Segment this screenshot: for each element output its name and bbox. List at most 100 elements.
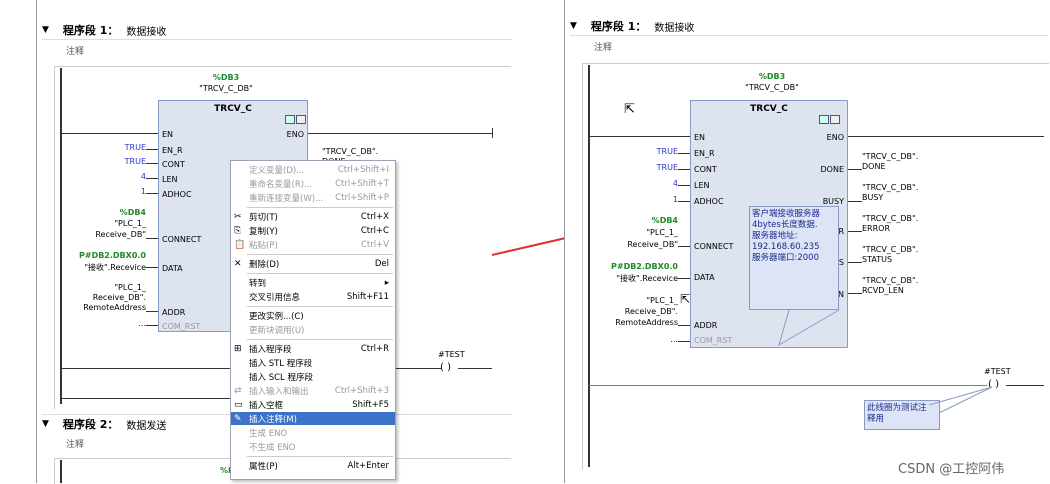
block-comment-box[interactable]: 客户端接收服务器 4bytes长度数据. 服务器地址: 192.168.60.2…: [749, 206, 839, 310]
addr-line-2[interactable]: Receive_DB".: [66, 293, 146, 302]
menu-item-shortcut: Ctrl+V: [360, 239, 389, 250]
collapse-triangle-icon[interactable]: ▼: [570, 21, 577, 31]
network-1-title[interactable]: 数据接收: [126, 23, 166, 38]
output-error-1[interactable]: "TRCV_C_DB".: [862, 214, 918, 223]
data-name[interactable]: "接收".Recevice: [56, 262, 146, 273]
len-value[interactable]: 4: [106, 172, 146, 181]
data-address[interactable]: P#DB2.DBX0.0: [588, 262, 678, 271]
menu-item[interactable]: 重命名变量(R)... Ctrl+Shift+T: [231, 177, 395, 190]
addr-line-2[interactable]: Receive_DB".: [598, 307, 678, 316]
com-rst-value[interactable]: ...: [106, 319, 146, 328]
menu-item[interactable]: 不生成 ENO: [231, 440, 395, 453]
addr-line-3[interactable]: RemoteAddress: [56, 303, 146, 312]
menu-item[interactable]: 更改实例...(C): [231, 309, 395, 322]
cont-value[interactable]: TRUE: [638, 163, 678, 172]
menu-item[interactable]: ⇄ 插入输入和输出 Ctrl+Shift+3: [231, 384, 395, 397]
output-rcvd-len-1[interactable]: "TRCV_C_DB".: [862, 276, 918, 285]
test-coil-label[interactable]: #TEST: [984, 367, 1011, 376]
cont-value[interactable]: TRUE: [106, 157, 146, 166]
network-2-comment[interactable]: 注释: [66, 437, 84, 450]
insert-network-icon: ⊞: [234, 343, 242, 354]
menu-item[interactable]: 更新块调用(U): [231, 323, 395, 336]
test-rung-out: [458, 368, 492, 369]
comment-line: 服务器端口:2000: [752, 253, 819, 263]
com-rst-value[interactable]: ...: [638, 335, 678, 344]
menu-item-label: 复制(Y): [249, 226, 278, 237]
status-wire: [848, 262, 862, 263]
instance-db-name[interactable]: "TRCV_C_DB": [742, 83, 802, 92]
output-done-2[interactable]: DONE: [862, 162, 886, 171]
menu-item[interactable]: ✎ 插入注释(M): [231, 412, 395, 425]
network-1-label: 程序段 1：: [590, 20, 647, 33]
menu-item[interactable]: 定义变量(D)... Ctrl+Shift+I: [231, 163, 395, 176]
output-status-2[interactable]: STATUS: [862, 255, 892, 264]
data-address[interactable]: P#DB2.DBX0.0: [66, 251, 146, 260]
len-value[interactable]: 4: [638, 179, 678, 188]
output-busy-2[interactable]: BUSY: [862, 193, 883, 202]
paste-icon: 📋: [234, 239, 246, 250]
output-error-2[interactable]: ERROR: [862, 224, 890, 233]
menu-item[interactable]: 📋 粘贴(P) Ctrl+V: [231, 238, 395, 251]
collapse-triangle-icon[interactable]: ▼: [42, 419, 49, 429]
menu-item[interactable]: ⊞ 插入程序段 Ctrl+R: [231, 342, 395, 355]
menu-item[interactable]: ✂ 剪切(T) Ctrl+X: [231, 210, 395, 223]
connect-name-2[interactable]: Receive_DB": [66, 230, 146, 239]
en-r-value[interactable]: TRUE: [638, 147, 678, 156]
menu-item-label: 定义变量(D)...: [249, 165, 305, 176]
pin-addr: ADDR: [162, 308, 186, 317]
menu-item[interactable]: 重新连接变量(W)... Ctrl+Shift+P: [231, 191, 395, 204]
network-1-header[interactable]: ▼ 程序段 1： 数据接收: [570, 17, 1048, 36]
test-coil-icon[interactable]: ( ): [440, 362, 451, 373]
network-1-title[interactable]: 数据接收: [654, 19, 694, 34]
menu-item-shortcut: Ctrl+Shift+T: [335, 178, 389, 189]
test-coil-label[interactable]: #TEST: [438, 350, 465, 359]
pin-adhoc: ADHOC: [162, 190, 192, 199]
menu-item[interactable]: 生成 ENO: [231, 426, 395, 439]
instance-db-name[interactable]: "TRCV_C_DB": [196, 84, 256, 93]
output-status-1[interactable]: "TRCV_C_DB".: [862, 245, 918, 254]
block-online-icon[interactable]: [285, 115, 295, 124]
output-rcvd-len-2[interactable]: RCVD_LEN: [862, 286, 904, 295]
connect-db[interactable]: %DB4: [86, 208, 146, 217]
network-1-comment[interactable]: 注释: [66, 44, 84, 57]
menu-item-label: 粘贴(P): [249, 240, 278, 251]
network-1-comment[interactable]: 注释: [594, 40, 612, 53]
menu-item[interactable]: ⎘ 复制(Y) Ctrl+C: [231, 224, 395, 237]
menu-item[interactable]: 插入 SCL 程序段: [231, 370, 395, 383]
network-1-label: 程序段 1：: [62, 24, 119, 37]
block-online-icon[interactable]: [819, 115, 829, 124]
comment-line: 客户端接收服务器: [752, 209, 821, 219]
output-done-1[interactable]: "TRCV_C_DB".: [862, 152, 918, 161]
en-r-value[interactable]: TRUE: [106, 143, 146, 152]
menu-item[interactable]: ▭ 插入空框 Shift+F5: [231, 398, 395, 411]
menu-item-shortcut: Alt+Enter: [347, 460, 389, 471]
addr-line-3[interactable]: RemoteAddress: [588, 318, 678, 327]
left-editor-panel: ▼ 程序段 1： 数据接收 注释 %DB3 "TRCV_C_DB" TRCV_C…: [36, 0, 514, 484]
menu-item-shortcut: Ctrl+C: [360, 225, 389, 236]
menu-item[interactable]: 交叉引用信息 Shift+F11: [231, 290, 395, 303]
menu-item[interactable]: 转到 ▸: [231, 276, 395, 289]
network-2-title[interactable]: 数据发送: [126, 417, 166, 432]
adhoc-value[interactable]: 1: [106, 187, 146, 196]
en-r-wire: [146, 149, 158, 150]
pin-eno: ENO: [286, 130, 304, 139]
block-open-icon[interactable]: [830, 115, 840, 124]
menu-item[interactable]: 属性(P) Alt+Enter: [231, 459, 395, 472]
data-name[interactable]: "接收".Recevice: [578, 273, 678, 284]
connect-name-1[interactable]: "PLC_1_: [608, 228, 678, 237]
connect-db[interactable]: %DB4: [618, 216, 678, 225]
adhoc-value[interactable]: 1: [638, 195, 678, 204]
connect-name-1[interactable]: "PLC_1_: [76, 219, 146, 228]
data-wire: [146, 267, 158, 268]
menu-item-label: 生成 ENO: [249, 428, 288, 439]
menu-item[interactable]: ✕ 删除(D) Del: [231, 257, 395, 270]
addr-line-1[interactable]: "PLC_1_: [76, 283, 146, 292]
connect-name-2[interactable]: Receive_DB": [598, 240, 678, 249]
output-busy-1[interactable]: "TRCV_C_DB".: [862, 183, 918, 192]
collapse-triangle-icon[interactable]: ▼: [42, 25, 49, 35]
done-output-partial-1[interactable]: "TRCV_C_DB".: [322, 147, 378, 156]
block-open-icon[interactable]: [296, 115, 306, 124]
network-1-header[interactable]: ▼ 程序段 1： 数据接收: [42, 21, 512, 40]
addr-line-1[interactable]: "PLC_1_: [608, 296, 678, 305]
menu-item[interactable]: 插入 STL 程序段: [231, 356, 395, 369]
